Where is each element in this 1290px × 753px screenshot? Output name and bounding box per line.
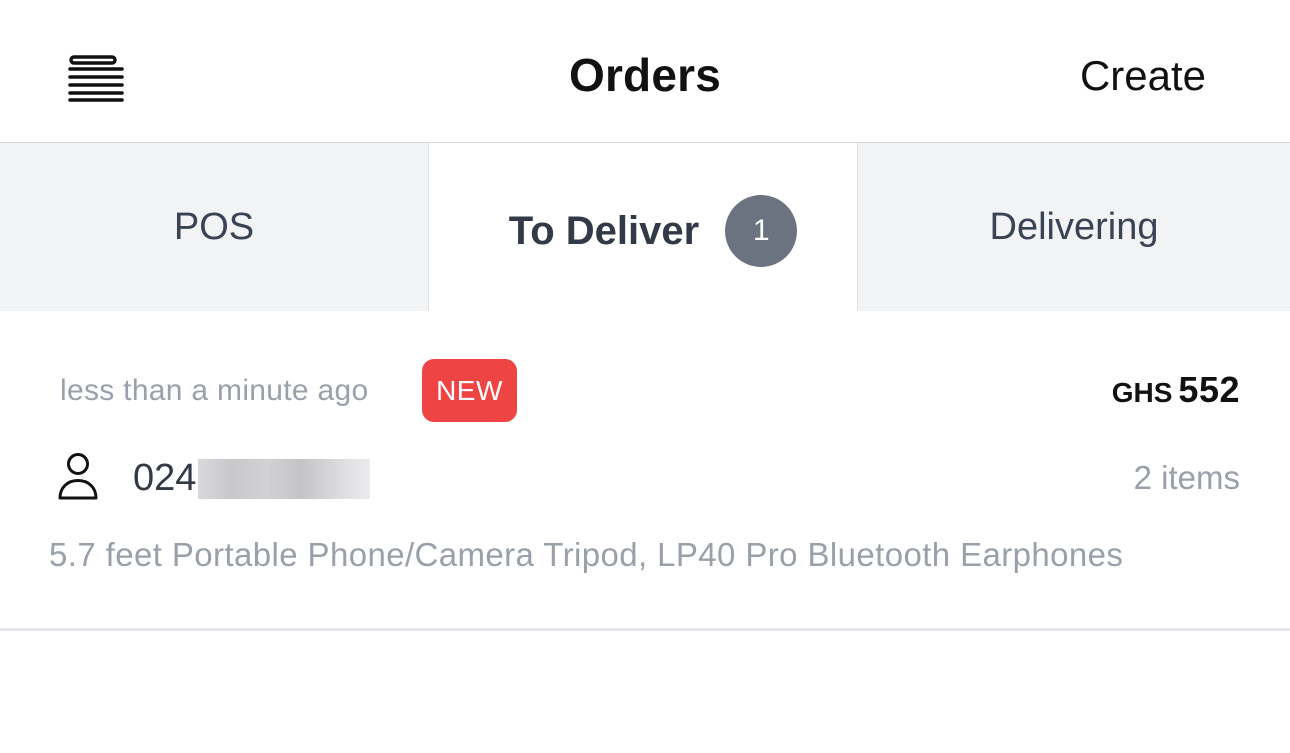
tab-delivering[interactable]: Delivering xyxy=(858,143,1290,311)
order-currency: GHS xyxy=(1111,377,1173,408)
new-status-badge: NEW xyxy=(422,359,517,422)
order-list-item[interactable]: less than a minute ago NEW GHS 552 024 2 … xyxy=(0,311,1290,631)
order-timestamp: less than a minute ago xyxy=(60,374,369,407)
tab-pos[interactable]: POS xyxy=(0,143,429,311)
create-button[interactable]: Create xyxy=(1080,52,1206,100)
person-icon xyxy=(58,453,98,500)
count-badge: 1 xyxy=(725,195,798,267)
menu-button[interactable] xyxy=(62,48,128,108)
tab-to-deliver[interactable]: To Deliver 1 xyxy=(429,143,858,311)
customer-phone-prefix: 024 xyxy=(133,457,197,499)
tab-label: Delivering xyxy=(989,205,1159,248)
orders-screen: Orders Create POS To Deliver 1 Deliverin… xyxy=(0,0,1290,753)
order-amount: 552 xyxy=(1178,369,1240,410)
redacted-phone-digits xyxy=(198,458,371,499)
tab-label: POS xyxy=(173,205,255,248)
item-count: 2 items xyxy=(1133,459,1240,496)
app-header: Orders Create xyxy=(0,0,1290,143)
customer-phone: 024 xyxy=(133,457,371,500)
order-total: GHS 552 xyxy=(1112,369,1240,411)
hamburger-menu-icon xyxy=(68,55,124,102)
tab-label: To Deliver xyxy=(508,208,700,253)
order-item-names: 5.7 feet Portable Phone/Camera Tripod, L… xyxy=(49,536,1124,573)
order-tabs: POS To Deliver 1 Delivering xyxy=(0,143,1290,311)
